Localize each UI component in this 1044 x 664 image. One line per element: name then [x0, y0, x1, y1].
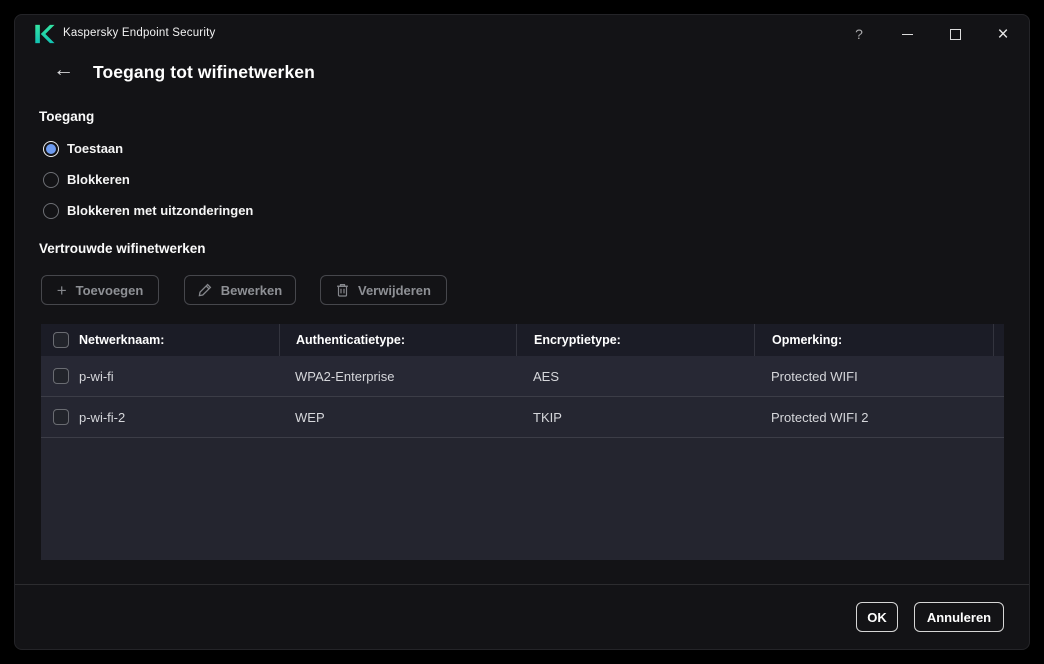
plus-icon: +	[56, 280, 67, 300]
radio-unselected-icon	[43, 171, 59, 188]
radio-label: Blokkeren	[67, 172, 130, 187]
cancel-button[interactable]: Annuleren	[914, 602, 1004, 632]
radio-toestaan[interactable]: Toestaan	[43, 140, 123, 157]
column-header-label: Opmerking:	[772, 333, 843, 347]
trusted-networks-table: Netwerknaam: Authenticatietype: Encrypti…	[41, 324, 1004, 560]
ok-button[interactable]: OK	[856, 602, 898, 632]
column-header-label: Authenticatietype:	[296, 333, 406, 347]
column-header-label: Encryptietype:	[534, 333, 621, 347]
cell-auth-type: WEP	[295, 409, 325, 425]
row-checkbox[interactable]	[53, 368, 69, 384]
cell-comment: Protected WIFI 2	[771, 409, 869, 425]
titlebar: Kaspersky Endpoint Security ? ×	[15, 15, 1029, 53]
cell-encryption: TKIP	[533, 409, 562, 425]
radio-selected-icon	[43, 140, 59, 157]
kaspersky-window: Kaspersky Endpoint Security ? × ← Toegan…	[14, 14, 1030, 650]
help-button[interactable]: ?	[835, 15, 883, 53]
table-empty-area	[41, 438, 1004, 560]
table-header: Netwerknaam: Authenticatietype: Encrypti…	[41, 324, 1004, 356]
header-cell-network: Netwerknaam:	[41, 324, 279, 356]
delete-button[interactable]: Verwijderen	[320, 275, 447, 305]
maximize-button[interactable]	[931, 15, 979, 53]
cell-network: p-wi-fi-2	[41, 409, 279, 425]
network-name: p-wi-fi-2	[79, 409, 126, 425]
radio-unselected-icon	[43, 202, 59, 219]
header-cell-auth-type: Authenticatietype:	[279, 324, 516, 356]
header-cell-spacer	[993, 324, 1004, 356]
delete-button-label: Verwijderen	[358, 282, 431, 298]
cell-auth-type: WPA2-Enterprise	[295, 368, 395, 384]
table-row[interactable]: p-wi-fi WPA2-Enterprise AES Protected WI…	[41, 356, 1004, 397]
close-icon: ×	[997, 23, 1009, 45]
header-cell-encryption: Encryptietype:	[516, 324, 754, 356]
minimize-icon	[901, 33, 913, 35]
footer-divider	[15, 584, 1029, 585]
maximize-icon	[949, 28, 961, 40]
select-all-checkbox[interactable]	[53, 332, 69, 348]
table-row[interactable]: p-wi-fi-2 WEP TKIP Protected WIFI 2	[41, 397, 1004, 438]
minimize-button[interactable]	[883, 15, 931, 53]
edit-button[interactable]: Bewerken	[184, 275, 296, 305]
help-icon: ?	[855, 26, 863, 42]
radio-blokkeren[interactable]: Blokkeren	[43, 171, 130, 188]
app-title: Kaspersky Endpoint Security	[63, 27, 216, 39]
network-name: p-wi-fi	[79, 368, 114, 384]
kaspersky-logo-icon	[35, 24, 55, 44]
edit-button-label: Bewerken	[220, 282, 283, 298]
add-button-label: Toevoegen	[75, 282, 144, 298]
header-cell-comment: Opmerking:	[754, 324, 993, 356]
page-title: Toegang tot wifinetwerken	[93, 62, 315, 82]
radio-label: Toestaan	[67, 141, 124, 156]
row-checkbox[interactable]	[53, 409, 69, 425]
cell-comment: Protected WIFI	[771, 368, 858, 384]
add-button[interactable]: + Toevoegen	[41, 275, 159, 305]
window-controls: ? ×	[835, 15, 1027, 53]
column-header-label: Netwerknaam:	[79, 333, 165, 347]
trash-icon	[336, 283, 349, 297]
radio-label: Blokkeren met uitzonderingen	[67, 203, 254, 218]
back-button[interactable]: ←	[53, 59, 74, 80]
pencil-icon	[198, 283, 212, 297]
trusted-section-label: Vertrouwde wifinetwerken	[39, 241, 206, 256]
radio-blokkeren-met-uitzonderingen[interactable]: Blokkeren met uitzonderingen	[43, 202, 253, 219]
cell-network: p-wi-fi	[41, 368, 279, 384]
close-button[interactable]: ×	[979, 15, 1027, 53]
access-section-label: Toegang	[39, 109, 95, 124]
cell-encryption: AES	[533, 368, 560, 384]
